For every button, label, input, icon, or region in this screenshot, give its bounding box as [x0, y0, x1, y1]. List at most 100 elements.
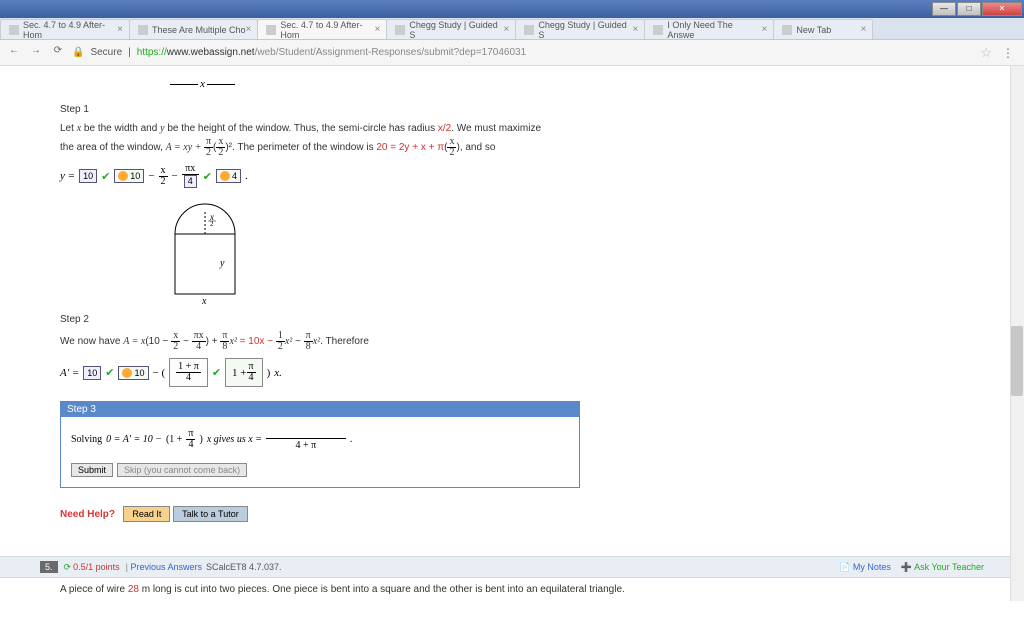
step-1: Step 1 Let x be the width and y be the h…: [60, 104, 984, 306]
highlight-wire-length: 28: [128, 584, 139, 595]
need-help-row: Need Help? Read It Talk to a Tutor: [60, 506, 984, 522]
window-figure: x 2 y x: [160, 196, 984, 306]
browser-tab[interactable]: New Tab ×: [773, 19, 873, 39]
tab-label: I Only Need The Answe: [667, 20, 761, 40]
tab-close-icon[interactable]: ×: [633, 24, 639, 35]
answer-preview-1: 10: [114, 169, 144, 183]
answer-blank-5[interactable]: 4 + π: [266, 427, 346, 451]
step-2: Step 2 We now have A = x(10 − x2 − πx4) …: [60, 314, 984, 387]
page-content: x Step 1 Let x be the width and y be the…: [0, 66, 1024, 601]
step-1-prose: Let x be the width and y be the height o…: [60, 121, 984, 158]
check-icon: ✔: [101, 170, 110, 183]
target-icon: [122, 368, 132, 378]
answer-preview-4: 1 + π4: [225, 358, 263, 387]
step-1-label: Step 1: [60, 104, 984, 115]
tab-close-icon[interactable]: ×: [504, 24, 510, 35]
norman-window-svg: x 2 y x: [160, 196, 250, 306]
window-titlebar: — □ ✕: [0, 0, 1024, 18]
tab-close-icon[interactable]: ×: [246, 24, 252, 35]
highlight-simplified: = 10x −: [240, 336, 276, 347]
url-field[interactable]: https://www.webassign.net/web/Student/As…: [137, 47, 975, 58]
url-host: www.webassign.net: [167, 47, 255, 58]
browser-tab[interactable]: Chegg Study | Guided S×: [515, 19, 645, 39]
vertical-scrollbar[interactable]: [1010, 66, 1024, 601]
browser-tab-active[interactable]: Sec. 4.7 to 4.9 After-Hom×: [257, 19, 387, 39]
favicon: [782, 25, 792, 35]
answer-blank-1[interactable]: 10: [79, 169, 97, 183]
step-3-box: Step 3 Solving 0 = A' = 10 − (1 + π4)x g…: [60, 401, 580, 488]
answer-blank-4[interactable]: 1 + π4: [169, 358, 208, 387]
forward-button[interactable]: →: [28, 45, 44, 61]
highlight-perimeter: 20 = 2y + x + π: [376, 142, 444, 153]
problem-header: 5. ⟳ 0.5/1 points | Previous Answers SCa…: [0, 556, 1024, 578]
tab-close-icon[interactable]: ×: [375, 24, 381, 35]
check-icon: ✔: [212, 366, 221, 379]
svg-text:y: y: [219, 258, 225, 269]
back-button[interactable]: ←: [6, 45, 22, 61]
favicon: [9, 25, 19, 35]
answer-blank-3[interactable]: 10: [83, 366, 101, 380]
tab-label: Sec. 4.7 to 4.9 After-Hom: [23, 20, 117, 40]
read-it-button[interactable]: Read It: [123, 506, 170, 522]
tab-close-icon[interactable]: ×: [117, 24, 123, 35]
url-protocol: https://: [137, 47, 167, 58]
problem-text: A piece of wire 28 m long is cut into tw…: [0, 578, 1024, 601]
answer-preview-2: 4: [216, 169, 241, 183]
tab-label: These Are Multiple Cho: [152, 25, 246, 35]
url-path: /web/Student/Assignment-Responses/submit…: [255, 47, 527, 58]
step-2-prose: We now have A = x(10 − x2 − πx4) + π8x² …: [60, 331, 984, 352]
refresh-icon[interactable]: ⟳: [64, 562, 72, 573]
submit-button[interactable]: Submit: [71, 463, 113, 477]
maximize-button[interactable]: □: [957, 2, 981, 16]
tab-label: Sec. 4.7 to 4.9 After-Hom: [280, 20, 374, 40]
answer-blank-2[interactable]: 4: [184, 175, 197, 188]
tab-label: Chegg Study | Guided S: [538, 20, 632, 40]
scroll-thumb[interactable]: [1011, 326, 1023, 396]
secure-label: Secure: [90, 47, 122, 58]
step-2-label: Step 2: [60, 314, 984, 325]
favicon: [266, 25, 276, 35]
tab-label: Chegg Study | Guided S: [409, 20, 503, 40]
answer-preview-3: 10: [118, 366, 148, 380]
top-dimension: x: [170, 72, 984, 96]
tab-close-icon[interactable]: ×: [861, 24, 867, 35]
target-icon: [220, 171, 230, 181]
favicon: [395, 25, 405, 35]
close-button[interactable]: ✕: [982, 2, 1022, 16]
favicon: [653, 25, 663, 35]
svg-text:x: x: [201, 296, 207, 306]
step-3-header: Step 3: [61, 402, 579, 417]
ask-teacher-link[interactable]: ➕ Ask Your Teacher: [901, 562, 984, 573]
target-icon: [118, 171, 128, 181]
check-icon: ✔: [105, 366, 114, 379]
question-number: 5.: [40, 561, 58, 573]
browser-tab[interactable]: Chegg Study | Guided S×: [386, 19, 516, 39]
talk-tutor-button[interactable]: Talk to a Tutor: [173, 506, 248, 522]
step3-solve-line: Solving 0 = A' = 10 − (1 + π4)x gives us…: [71, 427, 569, 451]
bookmark-star-icon[interactable]: ☆: [980, 45, 992, 61]
tab-close-icon[interactable]: ×: [762, 24, 768, 35]
address-bar: ← → ⟳ 🔒 Secure | https://www.webassign.n…: [0, 40, 1024, 66]
points-label: 0.5/1 points: [73, 562, 120, 572]
step2-equation-aprime: A' = 10 ✔ 10 − ( 1 + π4 ✔ 1 + π4 )x.: [60, 358, 984, 387]
previous-answers-link[interactable]: Previous Answers: [130, 562, 202, 572]
dimension-x: x: [170, 78, 235, 90]
highlight-radius: x/2: [438, 123, 451, 134]
favicon: [524, 25, 534, 35]
step1-equation-y: y = 10 ✔ 10 − x2 − πx4 ✔ 4 .: [60, 164, 984, 188]
browser-tab[interactable]: These Are Multiple Cho×: [129, 19, 258, 39]
need-help-label: Need Help?: [60, 509, 115, 520]
lock-icon: 🔒: [72, 47, 84, 58]
source-label: SCalcET8 4.7.037.: [206, 562, 282, 572]
next-problem: 5. ⟳ 0.5/1 points | Previous Answers SCa…: [0, 556, 1024, 601]
favicon: [138, 25, 148, 35]
check-icon: ✔: [203, 170, 212, 183]
tab-label: New Tab: [796, 25, 831, 35]
my-notes-link[interactable]: 📄 My Notes: [839, 562, 891, 573]
browser-tab[interactable]: I Only Need The Answe×: [644, 19, 774, 39]
minimize-button[interactable]: —: [932, 2, 956, 16]
reload-button[interactable]: ⟳: [50, 45, 66, 61]
browser-tab[interactable]: Sec. 4.7 to 4.9 After-Hom×: [0, 19, 130, 39]
skip-button[interactable]: Skip (you cannot come back): [117, 463, 247, 477]
browser-menu-icon[interactable]: ⋮: [998, 46, 1018, 60]
